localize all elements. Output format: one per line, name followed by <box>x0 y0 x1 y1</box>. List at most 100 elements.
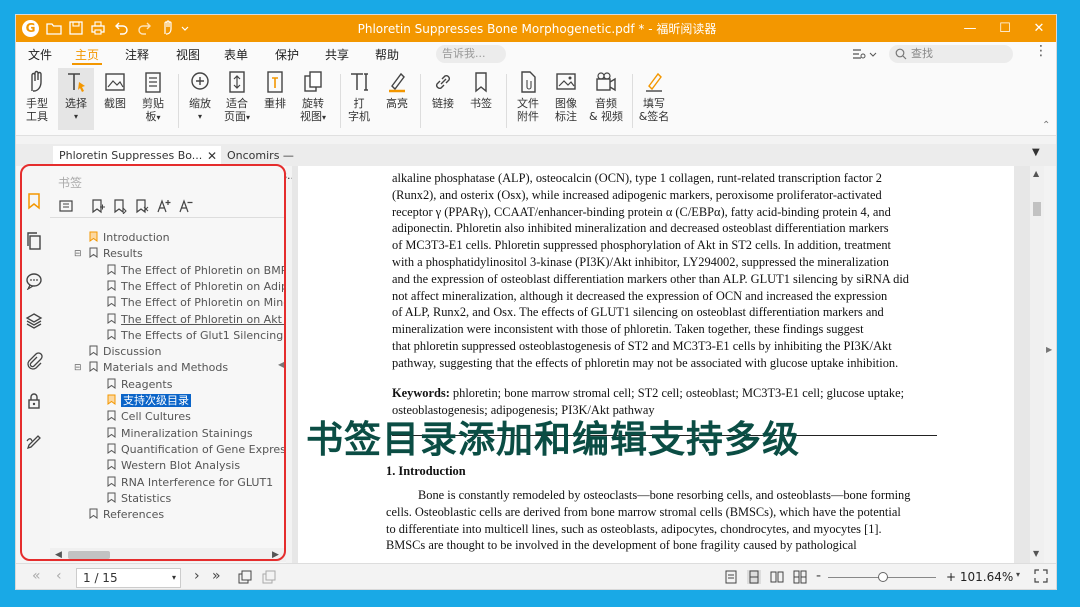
fullscreen-icon[interactable] <box>1034 569 1048 583</box>
close-tab-icon[interactable]: ✕ <box>207 146 217 166</box>
reflow-button[interactable]: 重排 <box>262 70 288 110</box>
bookmark-label: 书签 <box>470 97 492 110</box>
abstract-line: (Runx2), and osterix (Osx), while increa… <box>392 187 882 202</box>
fill-sign-icon <box>646 72 662 92</box>
document-vertical-scrollbar[interactable]: ▲ ▼ <box>1030 166 1044 563</box>
image-annotation-icon <box>556 73 576 90</box>
select-tool-button[interactable]: 选择 ▾ <box>58 68 94 130</box>
link-button[interactable]: 链接 <box>430 70 456 110</box>
clipboard-label-1: 剪贴 <box>142 97 164 110</box>
previous-page-icon[interactable]: ‹ <box>56 568 62 584</box>
abstract-line: of MC3T3-E1 cells. Phloretin suppressed … <box>392 238 891 253</box>
menu-home[interactable]: 主页 <box>75 46 99 63</box>
audio-video-label-2: & 视频 <box>588 110 624 123</box>
more-options-icon[interactable]: ⋮ <box>1034 43 1048 59</box>
zoom-label: 缩放 <box>189 97 211 110</box>
menu-form[interactable]: 表单 <box>224 46 248 63</box>
active-menu-indicator <box>72 63 102 65</box>
fit-page-label-2: 页面▾ <box>223 110 250 123</box>
facing-view-icon[interactable] <box>770 570 784 584</box>
typewriter-label-1: 打 <box>353 97 365 110</box>
collapse-ribbon-icon[interactable]: ⌃ <box>1042 120 1050 131</box>
rotate-label-2: 视图▾ <box>299 110 326 123</box>
zoom-button[interactable]: 缩放 ▾ <box>186 70 214 123</box>
abstract-line: pathway, suggesting that the effects of … <box>392 355 899 370</box>
first-page-icon[interactable]: « <box>32 568 41 584</box>
pdf-page: phloretin suppressed mineralization and … <box>298 166 1014 563</box>
audio-video-button[interactable]: 音频 & 视频 <box>588 70 624 123</box>
hand-icon <box>31 70 42 92</box>
overlay-caption: 书签目录添加和编辑支持多级 <box>306 418 800 461</box>
clipboard-icon <box>145 72 161 93</box>
continuous-facing-view-icon[interactable] <box>793 570 807 584</box>
abstract-line: receptor γ (PPARγ), CCAAT/enhancer-bindi… <box>392 204 891 219</box>
ribbon-toolbar: 手型 工具 选择 ▾ 截图 剪贴 板▾ 缩放 ▾ 适合 页面▾ 重排 旋转 视图… <box>16 66 1056 136</box>
zoom-icon <box>191 72 209 90</box>
fit-page-button[interactable]: 适合 页面▾ <box>220 70 254 124</box>
menu-share[interactable]: 共享 <box>325 46 349 63</box>
zoom-slider-thumb[interactable] <box>877 572 888 582</box>
introduction-line: cells. Osteoblastic cells are derived fr… <box>386 504 901 519</box>
scroll-up-icon[interactable]: ▲ <box>1033 169 1039 178</box>
tell-me-input[interactable]: 告诉我... <box>436 45 506 63</box>
scroll-down-icon[interactable]: ▼ <box>1033 549 1039 558</box>
menu-comment[interactable]: 注释 <box>125 46 149 63</box>
tab-phloretin[interactable]: Phloretin Suppresses Bo... ✕ <box>53 146 221 166</box>
menu-protect[interactable]: 保护 <box>275 46 299 63</box>
expand-right-panel-icon[interactable]: ▶ <box>1046 345 1052 354</box>
maximize-button[interactable]: ☐ <box>988 15 1022 42</box>
tab-oncomirs[interactable]: Oncomirs — microRNAs... <box>221 146 361 182</box>
zoom-out-icon[interactable]: - <box>816 568 821 584</box>
typewriter-label-2: 字机 <box>348 110 370 123</box>
fill-sign-button[interactable]: 填写 &签名 <box>638 70 670 123</box>
file-attachment-label-1: 文件 <box>517 97 539 110</box>
zoom-dropdown-icon[interactable]: ▾ <box>1016 570 1020 579</box>
clipboard-button[interactable]: 剪贴 板▾ <box>138 70 168 124</box>
menu-file[interactable]: 文件 <box>28 46 52 63</box>
highlight-button[interactable]: 高亮 <box>384 70 410 110</box>
abstract-line: adiponectin. Phloretin also inhibited mi… <box>392 221 889 236</box>
minimize-button[interactable]: — <box>953 15 987 42</box>
typewriter-button[interactable]: 打 字机 <box>348 70 370 123</box>
abstract-line: of ALP, Runx2, and Osx. The effects of G… <box>392 305 884 320</box>
abstract-line: mineralization were inconsistent with th… <box>392 322 864 337</box>
clipboard-label-2: 板▾ <box>145 110 161 123</box>
image-annotation-button[interactable]: 图像 标注 <box>552 70 580 123</box>
menu-view[interactable]: 视图 <box>176 46 200 63</box>
page-dropdown-icon[interactable]: ▾ <box>172 569 176 587</box>
hand-tool-button[interactable]: 手型 工具 <box>22 70 52 123</box>
continuous-view-icon[interactable] <box>747 570 761 584</box>
next-view-icon[interactable] <box>262 570 276 584</box>
page-number-input[interactable]: 1 / 15 ▾ <box>76 568 181 588</box>
find-dropdown-icon[interactable] <box>869 47 877 61</box>
ribbon-separator <box>506 74 507 128</box>
menu-help[interactable]: 帮助 <box>375 46 399 63</box>
select-label: 选择 <box>65 97 87 110</box>
bookmark-button[interactable]: 书签 <box>468 70 494 110</box>
window-title: Phloretin Suppresses Bone Morphogenetic.… <box>357 22 717 36</box>
abstract-line: and the expression of osteoblast differe… <box>392 271 909 286</box>
last-page-icon[interactable]: » <box>212 568 221 584</box>
typewriter-icon <box>351 73 368 91</box>
rotate-view-button[interactable]: 旋转 视图▾ <box>296 70 330 124</box>
next-page-icon[interactable]: › <box>194 568 200 584</box>
file-attachment-button[interactable]: 文件 附件 <box>514 70 542 123</box>
previous-view-icon[interactable] <box>238 570 252 584</box>
file-attachment-label-2: 附件 <box>517 110 539 123</box>
ribbon-separator <box>420 74 421 128</box>
snapshot-button[interactable]: 截图 <box>102 70 128 110</box>
vertical-scrollbar-thumb[interactable] <box>1033 202 1041 216</box>
highlight-label: 高亮 <box>386 97 408 110</box>
find-options-icon[interactable] <box>852 47 866 61</box>
hand-label-2: 工具 <box>26 110 48 123</box>
tab-list-dropdown-icon[interactable]: ▼ <box>1032 147 1040 158</box>
image-annotation-label-1: 图像 <box>555 97 577 110</box>
close-button[interactable]: ✕ <box>1022 15 1056 42</box>
introduction-line: BMSCs are thought to be involved in the … <box>386 538 857 553</box>
audio-video-label-1: 音频 <box>595 97 617 110</box>
audio-video-icon <box>596 72 616 92</box>
single-page-view-icon[interactable] <box>724 570 738 584</box>
menu-bar: 文件 主页 注释 视图 表单 保护 共享 帮助 告诉我... 查找 ⋮ <box>16 42 1056 66</box>
rotate-label-1: 旋转 <box>302 97 324 110</box>
search-input[interactable]: 查找 <box>889 45 1013 63</box>
